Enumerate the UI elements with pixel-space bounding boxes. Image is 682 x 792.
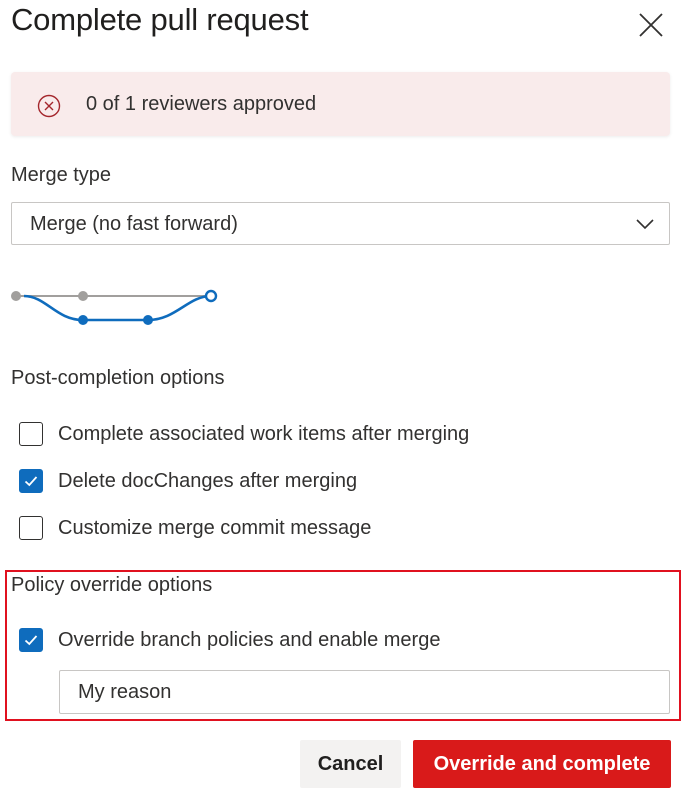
- merge-type-dropdown[interactable]: Merge (no fast forward): [11, 202, 670, 245]
- customize-commit-label: Customize merge commit message: [58, 516, 372, 539]
- dialog-title: Complete pull request: [11, 2, 309, 37]
- override-policies-option[interactable]: Override branch policies and enable merg…: [19, 627, 440, 653]
- cancel-button[interactable]: Cancel: [300, 740, 401, 788]
- reviewers-status-banner: 0 of 1 reviewers approved: [11, 72, 670, 136]
- checkmark-icon: [24, 476, 38, 487]
- checkmark-icon: [24, 635, 38, 646]
- merge-no-fast-forward-diagram: [11, 289, 218, 325]
- customize-commit-option[interactable]: Customize merge commit message: [19, 515, 371, 541]
- banner-text: 0 of 1 reviewers approved: [86, 93, 317, 115]
- merge-type-selected: Merge (no fast forward): [30, 213, 238, 235]
- close-icon: [639, 13, 663, 37]
- override-and-complete-button[interactable]: Override and complete: [413, 740, 671, 788]
- delete-branch-option[interactable]: Delete docChanges after merging: [19, 468, 357, 494]
- merge-type-label: Merge type: [11, 164, 112, 186]
- complete-work-items-option[interactable]: Complete associated work items after mer…: [19, 421, 469, 447]
- complete-work-items-checkbox[interactable]: [19, 422, 43, 446]
- chevron-down-icon: [636, 219, 654, 230]
- complete-work-items-label: Complete associated work items after mer…: [58, 422, 470, 445]
- override-reason-input[interactable]: [59, 670, 670, 714]
- delete-branch-checkbox[interactable]: [19, 469, 43, 493]
- close-button[interactable]: [632, 6, 670, 44]
- override-policies-label: Override branch policies and enable merg…: [58, 628, 441, 651]
- delete-branch-label: Delete docChanges after merging: [58, 469, 358, 492]
- customize-commit-checkbox[interactable]: [19, 516, 43, 540]
- error-circle-icon: [37, 94, 61, 118]
- override-policies-checkbox[interactable]: [19, 628, 43, 652]
- post-completion-label: Post-completion options: [11, 367, 225, 389]
- policy-override-label: Policy override options: [11, 574, 213, 596]
